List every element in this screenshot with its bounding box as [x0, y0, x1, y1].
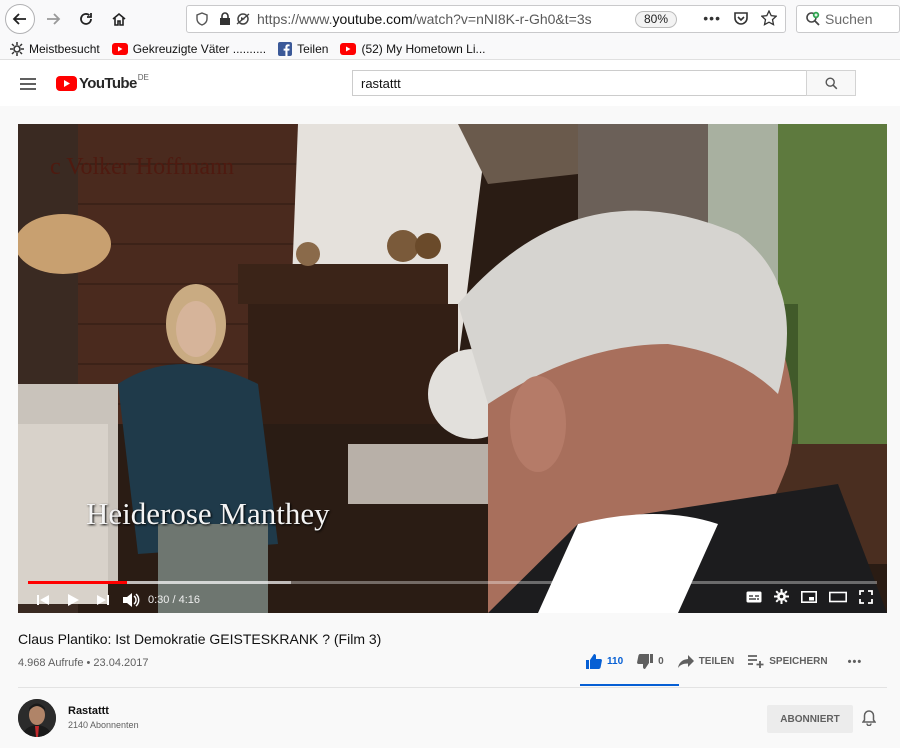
gear-icon — [10, 41, 24, 56]
reload-icon — [80, 13, 92, 25]
more-actions-button[interactable]: ••• — [848, 656, 863, 668]
menu-icon[interactable] — [20, 78, 36, 90]
save-button[interactable]: SPEICHERN — [748, 655, 828, 668]
volume-button[interactable] — [122, 589, 140, 611]
progress-played — [28, 581, 128, 584]
lock-icon — [220, 12, 230, 25]
video-watermark: c Volker Hoffmann — [50, 154, 234, 180]
page-actions-button[interactable]: ••• — [703, 10, 721, 26]
thumbs-down-icon — [637, 654, 654, 669]
notification-bell-button[interactable] — [861, 710, 877, 731]
thumbs-up-icon — [586, 654, 602, 669]
youtube-icon — [340, 42, 357, 55]
arrow-right-icon — [47, 13, 61, 25]
next-button[interactable] — [96, 589, 110, 611]
video-name-overlay: Heiderose Manthey — [86, 496, 330, 531]
channel-name[interactable]: Rastattt — [68, 705, 109, 717]
previous-button[interactable] — [36, 589, 50, 611]
search-icon — [806, 11, 820, 26]
shield-icon — [196, 12, 208, 26]
back-button[interactable] — [5, 4, 35, 34]
youtube-header: YouTube DE rastattt — [0, 61, 900, 106]
home-icon — [112, 12, 126, 26]
play-icon — [68, 593, 79, 606]
youtube-icon — [56, 76, 77, 91]
zoom-badge[interactable]: 80% — [634, 11, 677, 28]
bookmark-item[interactable]: Teilen — [278, 41, 328, 56]
share-button[interactable]: TEILEN — [677, 655, 734, 668]
bell-icon — [861, 710, 877, 727]
miniplayer-icon[interactable] — [801, 590, 817, 603]
reload-button[interactable] — [71, 4, 101, 34]
video-player[interactable]: c Volker Hoffmann Heiderose Manthey 0:30… — [18, 124, 887, 613]
pocket-icon[interactable] — [733, 10, 749, 26]
share-arrow-icon — [677, 655, 694, 668]
skip-next-icon — [97, 594, 109, 605]
youtube-search-input[interactable]: rastattt — [352, 70, 806, 96]
subscribed-button[interactable]: ABONNIERT — [767, 705, 853, 733]
theater-mode-icon[interactable] — [829, 591, 847, 603]
play-button[interactable] — [66, 589, 80, 611]
divider — [18, 687, 887, 688]
playlist-add-icon — [748, 655, 764, 668]
bookmark-star-icon[interactable] — [761, 10, 777, 26]
autoplay-blocked-icon[interactable] — [235, 12, 251, 26]
bookmark-item[interactable]: (52) My Hometown Li... — [340, 42, 486, 56]
url-text: https://www.youtube.com/watch?v=nNI8K-r-… — [257, 11, 592, 27]
browser-search-placeholder: Suchen — [825, 11, 873, 27]
progress-bar[interactable] — [28, 581, 877, 584]
video-title: Claus Plantiko: Ist Demokratie GEISTESKR… — [18, 631, 382, 647]
bookmarks-bar: Meistbesucht Gekreuzigte Väter .........… — [0, 38, 900, 60]
home-button[interactable] — [104, 4, 134, 34]
fullscreen-icon[interactable] — [859, 589, 873, 604]
bookmark-item[interactable]: Meistbesucht — [10, 41, 100, 56]
video-actions: 110 0 TEILEN SPEICHERN ••• — [586, 654, 876, 669]
browser-search-box[interactable]: Suchen — [796, 5, 900, 33]
avatar-image — [18, 699, 56, 737]
forward-button[interactable] — [38, 4, 68, 34]
volume-icon — [123, 592, 140, 607]
search-icon — [824, 76, 837, 89]
time-display: 0:30 / 4:16 — [148, 593, 201, 606]
arrow-left-icon — [12, 13, 26, 25]
channel-subscriber-count: 2140 Abonnenten — [68, 720, 139, 730]
subtitles-icon[interactable] — [746, 591, 762, 603]
youtube-search-button[interactable] — [806, 70, 856, 96]
url-bar[interactable]: https://www.youtube.com/watch?v=nNI8K-r-… — [186, 5, 786, 33]
like-button[interactable]: 110 — [586, 654, 623, 669]
video-frame — [18, 124, 887, 613]
settings-gear-icon[interactable] — [774, 589, 789, 604]
youtube-logo[interactable]: YouTube DE — [56, 73, 149, 92]
dislike-button[interactable]: 0 — [637, 654, 664, 669]
video-meta: 4.968 Aufrufe • 23.04.2017 — [18, 657, 149, 669]
player-controls: 0:30 / 4:16 — [18, 586, 887, 613]
channel-avatar[interactable] — [18, 699, 56, 737]
facebook-icon — [278, 41, 293, 56]
bookmark-item[interactable]: Gekreuzigte Väter .......... — [111, 42, 266, 56]
youtube-icon — [111, 42, 128, 55]
skip-previous-icon — [37, 594, 49, 605]
like-ratio-bar — [580, 684, 679, 686]
